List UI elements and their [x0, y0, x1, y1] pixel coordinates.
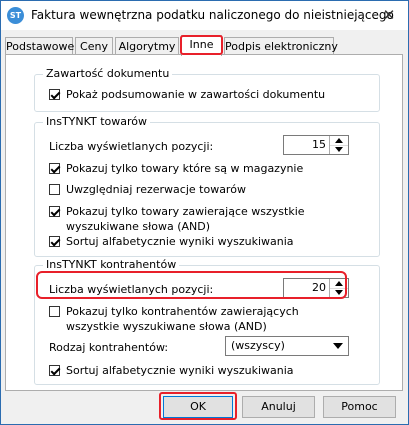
window-title: Faktura wewnętrzna podatku naliczonego d… [31, 8, 394, 22]
tab-panel-inne: Zawartość dokumentu Pokaż podsumowanie w… [5, 54, 403, 391]
goods-all-words-label: Pokazuj tylko towary zawierające wszystk… [66, 205, 305, 233]
chevron-down-icon[interactable] [333, 343, 343, 349]
spin-buttons [329, 136, 348, 154]
title-bar[interactable]: ST Faktura wewnętrzna podatku naliczoneg… [1, 1, 408, 30]
tab-podstawowe[interactable]: Podstawowe [5, 37, 74, 55]
show-summary-checkbox[interactable] [49, 89, 60, 100]
goods-in-stock-option[interactable]: Pokazuj tylko towary które są w magazyni… [49, 161, 303, 176]
goods-all-words-checkbox[interactable] [49, 206, 60, 217]
tab-podpis-elektroniczny[interactable]: Podpis elektroniczny [224, 37, 338, 55]
contractors-sort-label: Sortuj alfabetycznie wyniki wyszukiwania [66, 364, 294, 377]
contractors-kind-select[interactable]: (wszyscy) [225, 336, 349, 356]
group-title: InsTYNKT kontrahentów [43, 258, 180, 271]
show-summary-option[interactable]: Pokaż podsumowanie w zawartości dokument… [49, 87, 325, 102]
goods-sort-option[interactable]: Sortuj alfabetycznie wyniki wyszukiwania [49, 234, 294, 249]
goods-in-stock-checkbox[interactable] [49, 163, 60, 174]
tab-ceny[interactable]: Ceny [75, 37, 113, 55]
goods-in-stock-label: Pokazuj tylko towary które są w magazyni… [66, 162, 304, 175]
goods-sort-label: Sortuj alfabetycznie wyniki wyszukiwania [66, 235, 294, 248]
contractors-sort-checkbox[interactable] [49, 365, 60, 376]
group-title: Zawartość dokumentu [43, 67, 173, 80]
help-button[interactable]: Pomoc [323, 396, 396, 418]
contractors-kind-value: (wszyscy) [231, 339, 285, 352]
goods-all-words-option[interactable]: Pokazuj tylko towary zawierające wszystk… [49, 204, 349, 234]
contractors-sort-option[interactable]: Sortuj alfabetycznie wyniki wyszukiwania [49, 363, 294, 378]
goods-reservations-label: Uwzględniaj rezerwacje towarów [66, 183, 246, 196]
cancel-button[interactable]: Anuluj [242, 396, 315, 418]
app-logo-icon: ST [7, 7, 24, 24]
goods-sort-checkbox[interactable] [49, 236, 60, 247]
goods-reservations-checkbox[interactable] [49, 184, 60, 195]
goods-reservations-option[interactable]: Uwzględniaj rezerwacje towarów [49, 182, 246, 197]
group-instynkt-goods: InsTYNKT towarów Liczba wyświetlanych po… [34, 115, 380, 257]
goods-count-stepper[interactable]: 15 [283, 135, 349, 155]
close-icon[interactable]: ✕ [378, 6, 400, 24]
contractors-count-highlight-box [36, 271, 347, 299]
goods-count-label: Liczba wyświetlanych pozycji: [49, 140, 214, 153]
contractors-kind-label: Rodzaj kontrahentów: [49, 341, 169, 354]
goods-count-value: 15 [312, 138, 326, 151]
tab-highlight-box [180, 35, 223, 55]
contractors-all-words-label: Pokazuj tylko kontrahentów zawierających… [66, 305, 299, 333]
ok-highlight-box [159, 392, 237, 420]
contractors-all-words-checkbox[interactable] [49, 306, 60, 317]
group-document-content: Zawartość dokumentu Pokaż podsumowanie w… [34, 67, 380, 112]
spin-down-icon[interactable] [330, 145, 348, 154]
tab-algorytmy[interactable]: Algorytmy [115, 37, 179, 55]
dialog-window: ST Faktura wewnętrzna podatku naliczoneg… [0, 0, 409, 425]
show-summary-label: Pokaż podsumowanie w zawartości dokument… [66, 88, 326, 101]
group-title: InsTYNKT towarów [43, 115, 150, 128]
contractors-all-words-option[interactable]: Pokazuj tylko kontrahentów zawierających… [49, 304, 349, 334]
